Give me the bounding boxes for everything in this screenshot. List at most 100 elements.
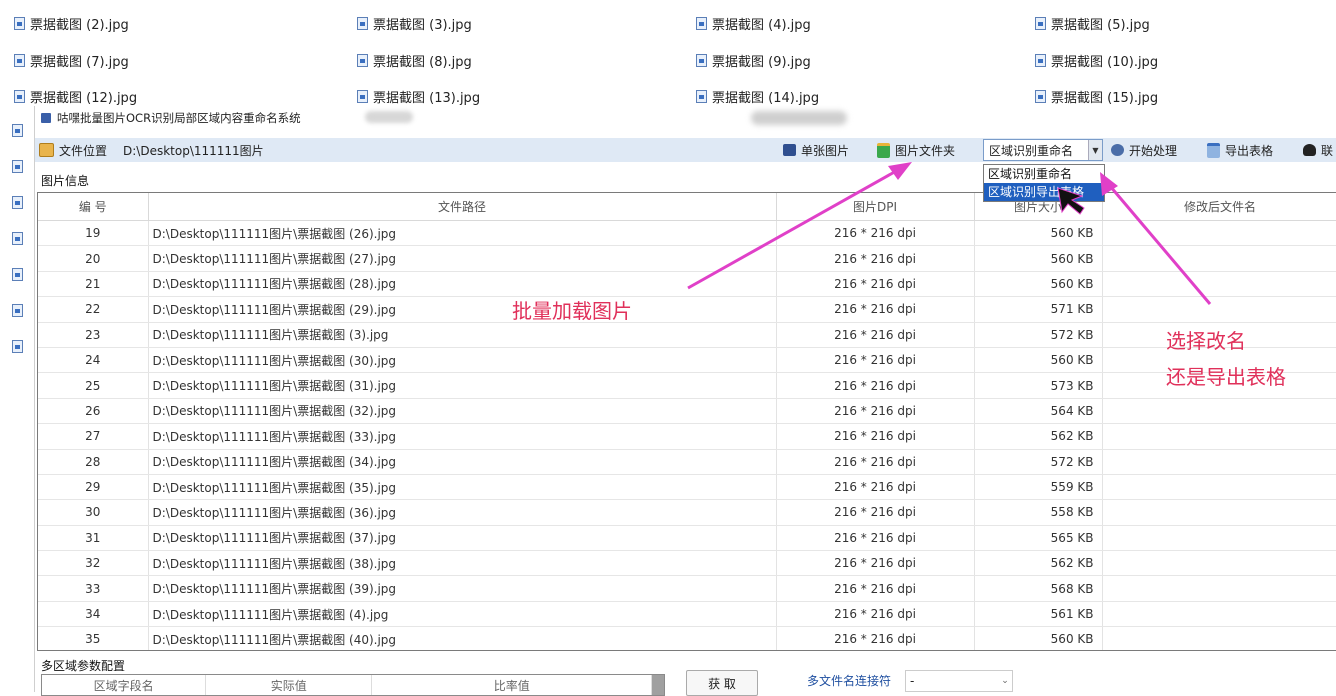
table-row[interactable]: 21 D:\Desktop\111111图片\票据截图 (28).jpg 216 *… xyxy=(38,271,1336,298)
file-item[interactable]: 票据截图 (8).jpg xyxy=(357,50,472,70)
file-item[interactable]: 票据截图 (15).jpg xyxy=(1035,86,1158,106)
row-new-name xyxy=(1102,398,1336,425)
mode-select[interactable]: 区域识别重命名 ▼ xyxy=(983,139,1103,161)
single-image-button[interactable]: 单张图片 xyxy=(783,142,849,159)
image-file-icon xyxy=(696,89,707,103)
row-file-path: D:\Desktop\111111图片\票据截图 (30).jpg xyxy=(148,347,777,374)
scrollbar[interactable] xyxy=(652,675,664,695)
table-row[interactable]: 29 D:\Desktop\111111图片\票据截图 (35).jpg 216 *… xyxy=(38,474,1336,501)
row-number: 28 xyxy=(38,449,149,475)
file-item[interactable]: 票据截图 (13).jpg xyxy=(357,86,480,106)
row-file-path: D:\Desktop\111111图片\票据截图 (33).jpg xyxy=(148,423,777,450)
row-number: 24 xyxy=(38,347,149,374)
row-size: 564 KB xyxy=(974,398,1103,425)
image-file-icon[interactable] xyxy=(12,304,23,317)
app-icon xyxy=(41,113,51,123)
image-file-icon[interactable] xyxy=(12,268,23,281)
row-dpi: 216 * 216 dpi xyxy=(776,220,975,247)
col-header-ratio-value[interactable]: 比率值 xyxy=(372,675,653,695)
row-size: 560 KB xyxy=(974,347,1103,374)
table-row[interactable]: 31 D:\Desktop\111111图片\票据截图 (37).jpg 216 *… xyxy=(38,525,1336,552)
table-row[interactable]: 19 D:\Desktop\111111图片\票据截图 (26).jpg 216 *… xyxy=(38,220,1336,247)
row-number: 22 xyxy=(38,296,149,323)
table-row[interactable]: 23 D:\Desktop\111111图片\票据截图 (3).jpg 216 * … xyxy=(38,322,1336,348)
image-file-icon[interactable] xyxy=(12,160,23,173)
row-new-name xyxy=(1102,499,1336,526)
row-new-name xyxy=(1102,550,1336,577)
table-row[interactable]: 22 D:\Desktop\111111图片\票据截图 (29).jpg 216 *… xyxy=(38,296,1336,323)
row-dpi: 216 * 216 dpi xyxy=(776,296,975,323)
export-table-button[interactable]: 导出表格 xyxy=(1207,142,1273,159)
row-dpi: 216 * 216 dpi xyxy=(776,499,975,526)
open-folder-icon xyxy=(39,143,54,157)
file-location-button[interactable]: 文件位置 xyxy=(39,142,107,159)
row-new-name xyxy=(1102,245,1336,272)
file-item[interactable]: 票据截图 (10).jpg xyxy=(1035,50,1158,70)
row-dpi: 216 * 216 dpi xyxy=(776,322,975,348)
col-header-new-name[interactable]: 修改后文件名 xyxy=(1102,193,1336,221)
image-file-icon[interactable] xyxy=(12,340,23,353)
row-dpi: 216 * 216 dpi xyxy=(776,372,975,399)
mode-option-rename[interactable]: 区域识别重命名 xyxy=(984,165,1104,183)
table-row[interactable]: 27 D:\Desktop\111111图片\票据截图 (33).jpg 216 *… xyxy=(38,423,1336,450)
annotation-batch-load: 批量加载图片 xyxy=(512,299,632,323)
ocr-rename-app-window: 咕嘿批量图片OCR识别局部区域内容重命名系统 文件位置 D:\Desktop\1… xyxy=(34,106,1336,696)
row-dpi: 216 * 216 dpi xyxy=(776,271,975,298)
start-processing-button[interactable]: 开始处理 xyxy=(1111,142,1177,159)
row-dpi: 216 * 216 dpi xyxy=(776,423,975,450)
file-item[interactable]: 票据截图 (14).jpg xyxy=(696,86,819,106)
table-row[interactable]: 24 D:\Desktop\111111图片\票据截图 (30).jpg 216 *… xyxy=(38,347,1336,374)
mode-option-export[interactable]: 区域识别导出表格 xyxy=(984,183,1104,201)
table-row[interactable]: 26 D:\Desktop\111111图片\票据截图 (32).jpg 216 *… xyxy=(38,398,1336,425)
row-file-path: D:\Desktop\111111图片\票据截图 (32).jpg xyxy=(148,398,777,425)
file-item[interactable]: 票据截图 (2).jpg xyxy=(14,13,129,33)
table-row[interactable]: 35 D:\Desktop\111111图片\票据截图 (40).jpg 216 *… xyxy=(38,626,1336,650)
image-file-icon[interactable] xyxy=(12,232,23,245)
contact-button[interactable]: 联 xyxy=(1303,142,1333,159)
file-item[interactable]: 票据截图 (7).jpg xyxy=(14,50,129,70)
row-file-path: D:\Desktop\111111图片\票据截图 (39).jpg xyxy=(148,575,777,602)
table-row[interactable]: 34 D:\Desktop\111111图片\票据截图 (4).jpg 216 * … xyxy=(38,601,1336,628)
row-size: 561 KB xyxy=(974,601,1103,628)
table-row[interactable]: 32 D:\Desktop\111111图片\票据截图 (38).jpg 216 *… xyxy=(38,550,1336,577)
file-item[interactable]: 票据截图 (9).jpg xyxy=(696,50,811,70)
row-file-path: D:\Desktop\111111图片\票据截图 (4).jpg xyxy=(148,601,777,628)
table-row[interactable]: 30 D:\Desktop\111111图片\票据截图 (36).jpg 216 *… xyxy=(38,499,1336,526)
row-new-name xyxy=(1102,626,1336,650)
row-file-path: D:\Desktop\111111图片\票据截图 (36).jpg xyxy=(148,499,777,526)
table-row[interactable]: 33 D:\Desktop\111111图片\票据截图 (39).jpg 216 *… xyxy=(38,575,1336,602)
row-size: 562 KB xyxy=(974,550,1103,577)
file-item[interactable]: 票据截图 (5).jpg xyxy=(1035,13,1150,33)
chevron-down-icon[interactable]: ▼ xyxy=(1088,140,1102,160)
col-header-field-name[interactable]: 区域字段名 xyxy=(42,675,207,695)
table-row[interactable]: 20 D:\Desktop\111111图片\票据截图 (27).jpg 216 *… xyxy=(38,245,1336,272)
image-file-icon xyxy=(696,16,707,30)
row-size: 573 KB xyxy=(974,372,1103,399)
row-dpi: 216 * 216 dpi xyxy=(776,550,975,577)
table-row[interactable]: 28 D:\Desktop\111111图片\票据截图 (34).jpg 216 *… xyxy=(38,449,1336,475)
image-info-table: 编 号 文件路径 图片DPI 图片大小 修改后文件名 19 D:\Desktop\… xyxy=(37,192,1336,651)
row-size: 560 KB xyxy=(974,220,1103,247)
row-dpi: 216 * 216 dpi xyxy=(776,398,975,425)
col-header-number[interactable]: 编 号 xyxy=(38,193,149,221)
fetch-button[interactable]: 获 取 xyxy=(686,670,758,696)
row-size: 560 KB xyxy=(974,271,1103,298)
window-title: 咕嘿批量图片OCR识别局部区域内容重命名系统 xyxy=(57,111,301,125)
image-file-icon[interactable] xyxy=(12,124,23,137)
file-item[interactable]: 票据截图 (12).jpg xyxy=(14,86,137,106)
annotation-choose-line1: 选择改名 xyxy=(1166,329,1246,353)
col-header-dpi[interactable]: 图片DPI xyxy=(776,193,975,221)
row-number: 35 xyxy=(38,626,149,650)
redacted-area xyxy=(365,111,413,123)
col-header-actual-value[interactable]: 实际值 xyxy=(206,675,373,695)
row-new-name xyxy=(1102,525,1336,552)
file-item[interactable]: 票据截图 (4).jpg xyxy=(696,13,811,33)
row-new-name xyxy=(1102,601,1336,628)
col-header-path[interactable]: 文件路径 xyxy=(148,193,777,221)
file-item[interactable]: 票据截图 (3).jpg xyxy=(357,13,472,33)
row-file-path: D:\Desktop\111111图片\票据截图 (3).jpg xyxy=(148,322,777,348)
separator-select[interactable]: - ⌄ xyxy=(905,670,1013,692)
table-row[interactable]: 25 D:\Desktop\111111图片\票据截图 (31).jpg 216 *… xyxy=(38,372,1336,399)
image-folder-button[interactable]: 图片文件夹 xyxy=(877,142,955,159)
image-file-icon[interactable] xyxy=(12,196,23,209)
